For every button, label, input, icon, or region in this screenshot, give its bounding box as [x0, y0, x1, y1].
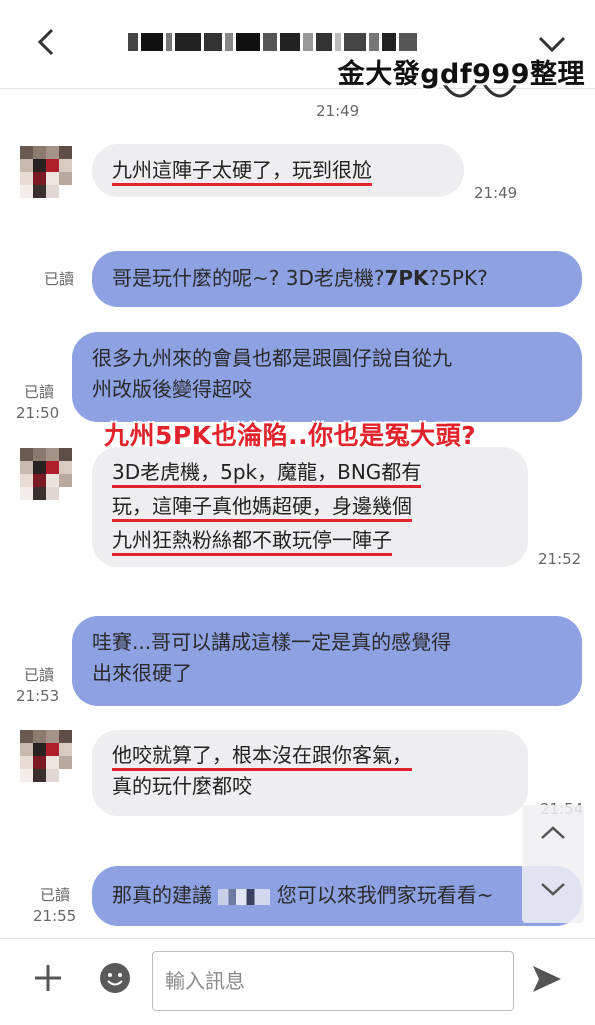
message-text-bold: 7PK [384, 266, 429, 290]
message-line: 很多九州來的會員也都是跟圓仔說自從九 [92, 346, 452, 370]
message-line: 玩，這陣子真他媽超硬，身邊幾個 [112, 494, 412, 522]
outgoing-message-bubble: 哥是玩什麼的呢~? 3D老虎機?7PK?5PK? [92, 251, 582, 307]
message-time: 21:53 [16, 687, 60, 705]
avatar [20, 448, 72, 500]
incoming-message-bubble: 他咬就算了，根本沒在跟你客氣， 真的玩什麼都咬 [92, 730, 528, 816]
message-time: 21:52 [538, 550, 582, 568]
message-time: 21:50 [16, 404, 60, 422]
message-input[interactable] [152, 951, 514, 1011]
chevron-left-icon[interactable] [28, 22, 68, 62]
pixelated-name [218, 888, 271, 905]
send-arrow-icon[interactable] [530, 962, 564, 996]
message-line: 哇賽...哥可以講成這樣一定是真的感覺得 [92, 630, 452, 654]
read-receipt: 已讀 [24, 666, 55, 684]
message-line: 真的玩什麼都咬 [112, 774, 252, 798]
incoming-message-bubble: 九州這陣子太硬了，玩到很尬 [92, 144, 464, 197]
outgoing-message-bubble: 那真的建議 您可以來我們家玩看看~ [92, 866, 582, 926]
read-receipt: 已讀 [24, 383, 55, 401]
read-receipt: 已讀 [40, 886, 71, 904]
message-text: 九州這陣子太硬了，玩到很尬 [112, 158, 372, 186]
chevron-down-icon[interactable] [536, 878, 570, 900]
message-time: 21:55 [33, 907, 77, 925]
watermark-text: 金大發gdf999整理 [337, 59, 585, 90]
message-text: 您可以來我們家玩看看~ [276, 883, 494, 907]
outgoing-message-bubble: 哇賽...哥可以講成這樣一定是真的感覺得 出來很硬了 [72, 616, 582, 706]
message-line: 州改版後變得超咬 [92, 377, 252, 401]
message-line: 3D老虎機，5pk，魔龍，BNG都有 [112, 460, 422, 488]
avatar [20, 730, 72, 782]
message-line: 他咬就算了，根本沒在跟你客氣， [112, 743, 412, 771]
message-time: 21:49 [316, 102, 360, 120]
plus-icon[interactable] [30, 960, 66, 996]
smiley-icon[interactable] [99, 962, 131, 994]
avatar [20, 146, 72, 198]
message-line: 九州狂熱粉絲都不敢玩停一陣子 [112, 528, 392, 556]
message-text: 哥是玩什麼的呢~? 3D老虎機? [112, 266, 385, 290]
outgoing-message-bubble: 很多九州來的會員也都是跟圓仔說自從九 州改版後變得超咬 [72, 332, 582, 422]
chat-title-pixelated [128, 30, 468, 54]
message-text: ?5PK? [428, 266, 488, 290]
chevron-up-icon[interactable] [536, 822, 570, 844]
read-receipt: 已讀 [44, 270, 75, 288]
message-text: 那真的建議 [112, 883, 212, 907]
message-time: 21:49 [474, 184, 518, 202]
message-line: 出來很硬了 [92, 661, 192, 685]
incoming-message-bubble: 3D老虎機，5pk，魔龍，BNG都有 玩，這陣子真他媽超硬，身邊幾個 九州狂熱粉… [92, 447, 528, 567]
